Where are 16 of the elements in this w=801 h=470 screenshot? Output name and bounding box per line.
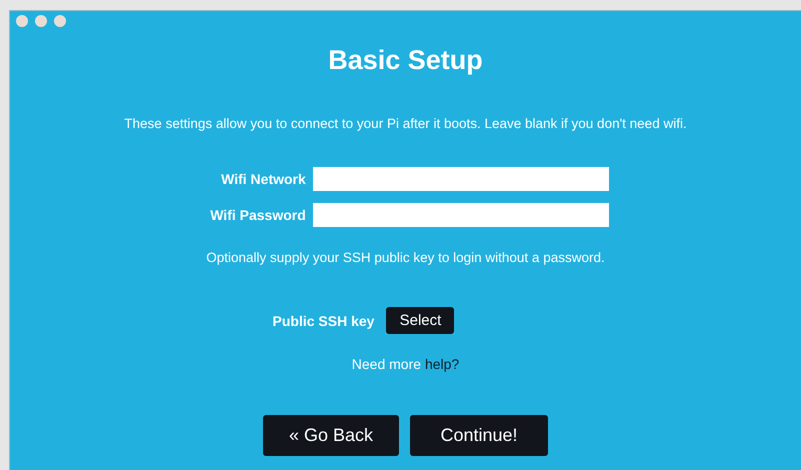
field-label: Public SSH key: [272, 312, 374, 328]
page-title: Basic Setup: [328, 44, 483, 77]
field-label: Wifi Network: [220, 171, 306, 187]
select-button[interactable]: Select: [386, 307, 454, 334]
input-field[interactable]: [312, 167, 609, 191]
intro-text: These settings allow you to connect to your Pi after it boots. Leave blank if you don't need wifi.: [124, 115, 687, 133]
window-zoom-button[interactable]: [54, 15, 66, 27]
help-link[interactable]: help?: [424, 356, 460, 372]
window-minimize-button[interactable]: [35, 15, 47, 27]
field-label: Wifi Password: [210, 207, 306, 223]
input-field[interactable]: [312, 203, 609, 227]
help-text: Need more help?: [352, 356, 460, 372]
continue-button[interactable]: Continue!: [410, 415, 548, 456]
ssh-hint-text: Optionally supply your SSH public key to login without a password.: [206, 249, 605, 267]
window-close-button[interactable]: [16, 15, 28, 27]
back-button[interactable]: « Go Back: [263, 415, 399, 456]
